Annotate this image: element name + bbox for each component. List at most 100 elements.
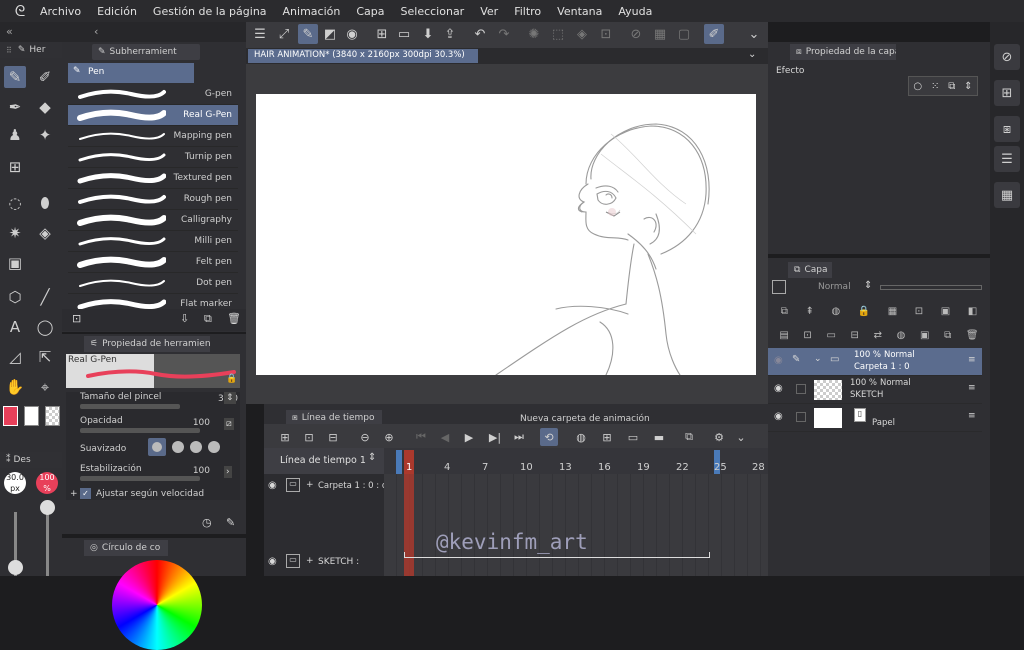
menu-filtro[interactable]: Filtro — [514, 5, 541, 18]
brush-size-indicator[interactable]: 30.0 px — [4, 472, 26, 494]
expand-icon[interactable]: + — [306, 556, 314, 566]
tool-panel-tab[interactable]: Her — [29, 45, 45, 55]
loop-icon[interactable]: ⟲ — [540, 428, 558, 446]
snap-icon[interactable]: ⊘ — [626, 24, 646, 44]
fill-tool-icon[interactable]: ◈ — [34, 222, 56, 244]
new-animation-folder-icon[interactable]: ◍ — [572, 428, 590, 446]
stabilization-slider[interactable] — [80, 476, 200, 481]
layer-lock-box[interactable] — [772, 280, 786, 294]
open-folder-icon[interactable]: ▭ — [394, 24, 414, 44]
track-row-sketch[interactable]: ◉ ▭ + SKETCH : — [264, 552, 384, 574]
onion-skin-icon[interactable]: ▬ — [650, 428, 668, 446]
brush-size-slider[interactable] — [80, 404, 180, 409]
layer-select-box[interactable] — [796, 412, 806, 422]
clear-icon[interactable]: ⬚ — [548, 24, 568, 44]
menu-archivo[interactable]: Archivo — [40, 5, 81, 18]
menu-capa[interactable]: Capa — [356, 5, 384, 18]
brush-item[interactable]: Textured pen — [68, 168, 238, 189]
clip-studio-logo-icon[interactable]: ᘓ — [0, 2, 40, 20]
opacity-slider[interactable] — [80, 428, 200, 433]
fit-screen-icon[interactable]: ⤢ — [274, 24, 294, 44]
save-icon[interactable]: ⬇ — [418, 24, 438, 44]
transform-icon[interactable]: ⊡ — [596, 24, 616, 44]
brush-item[interactable]: Mapping pen — [68, 126, 238, 147]
blend-tool-icon[interactable]: ⬮ — [34, 192, 56, 214]
ruler-tool-icon[interactable]: ◿ — [4, 346, 26, 368]
opacity-slider-thumb[interactable] — [40, 500, 55, 515]
color-wheel[interactable] — [112, 560, 202, 650]
opacity-indicator[interactable]: 100 % — [36, 472, 58, 494]
color-panel-header[interactable]: ◎ Círculo de co — [84, 540, 168, 556]
main-color-swatch[interactable] — [3, 406, 18, 426]
sub-tool-header[interactable]: ✎ Subherramient — [92, 44, 200, 60]
export-icon[interactable]: ⇪ — [440, 24, 460, 44]
brush-item[interactable]: Turnip pen — [68, 147, 238, 168]
border-effect-icon[interactable]: ○ — [913, 81, 922, 92]
pen-tool-icon[interactable]: ✎ — [4, 66, 26, 88]
chevron-updown-icon[interactable]: ⇕ — [964, 81, 972, 92]
play-icon[interactable]: ▶ — [460, 428, 478, 446]
edit-icon[interactable]: ✎ — [298, 24, 318, 44]
brush-item[interactable]: Dot pen — [68, 273, 238, 294]
eye-icon[interactable]: ◉ — [774, 355, 783, 366]
brush-item[interactable]: Calligraphy — [68, 210, 238, 231]
layer-panel-header[interactable]: ⧉ Capa — [788, 262, 832, 278]
line-tool-icon[interactable]: ╱ — [34, 286, 56, 308]
eye-icon[interactable]: ◉ — [774, 383, 783, 394]
apply-mask-icon[interactable]: ▣ — [920, 330, 929, 341]
layer-property-header[interactable]: ⧈ Propiedad de la capa — [790, 44, 896, 60]
transparent-color-swatch[interactable] — [45, 406, 60, 426]
opacity-effect-icon[interactable]: ⧄ — [224, 418, 234, 430]
menu-gestion-pagina[interactable]: Gestión de la página — [153, 5, 267, 18]
sparkle-tool-icon[interactable]: ✦ — [34, 124, 56, 146]
balloon-tool-icon[interactable]: ◯ — [34, 316, 56, 338]
copy-icon[interactable]: ⧉ — [204, 312, 212, 326]
navigator-icon[interactable]: ⊘ — [994, 44, 1020, 70]
menu-seleccionar[interactable]: Seleccionar — [401, 5, 465, 18]
next-frame-icon[interactable]: ▶| — [486, 428, 504, 446]
timeline-name-selector[interactable]: Línea de tiempo 1 ⇕ — [264, 448, 384, 474]
grid-snap-icon[interactable]: ▢ — [674, 24, 694, 44]
brush-item[interactable]: Real G-Pen — [68, 105, 238, 126]
specify-cel-icon[interactable]: ▭ — [624, 428, 642, 446]
new-vector-icon[interactable]: ⊡ — [803, 330, 811, 341]
layer-row-paper[interactable]: ◉ ▯ Papel ≡ — [768, 404, 982, 432]
zoom-in-icon[interactable]: ⊕ — [380, 428, 398, 446]
new-raster-icon[interactable]: ▤ — [779, 330, 788, 341]
eye-icon[interactable]: ◉ — [268, 480, 277, 491]
show-mask-icon[interactable]: ▣ — [941, 306, 950, 317]
tone-effect-icon[interactable]: ⁙ — [931, 81, 939, 92]
chevron-down-icon[interactable]: ⌄ — [748, 49, 756, 60]
smoothing-option-3[interactable] — [190, 441, 202, 453]
smoothing-option-2[interactable] — [172, 441, 184, 453]
download-icon[interactable]: ⇩ — [180, 312, 189, 325]
menu-edicion[interactable]: Edición — [97, 5, 137, 18]
brush-size-stepper[interactable]: ⇕ — [224, 392, 236, 404]
opacity-slider[interactable] — [880, 285, 982, 290]
trash-icon[interactable]: 🗑 — [966, 330, 979, 341]
first-frame-icon[interactable]: ⏮ — [412, 428, 430, 446]
eraser-tool-icon[interactable]: ◆ — [34, 96, 56, 118]
layer-search-icon[interactable]: ⧆ — [994, 116, 1020, 142]
frame-ruler[interactable] — [384, 448, 768, 474]
layer-row-sketch[interactable]: ◉ 100 % Normal SKETCH ≡ — [768, 376, 982, 404]
layer-row-folder[interactable]: ◉ ✎ ⌄ ▭ 100 % Normal Carpeta 1 : 0 ≡ — [768, 348, 982, 376]
opacity-slider-track[interactable] — [46, 512, 49, 576]
text-tool-icon[interactable]: A — [4, 316, 26, 338]
menu-ayuda[interactable]: Ayuda — [618, 5, 652, 18]
layer-color-icon[interactable]: ◧ — [968, 306, 977, 317]
lasso-tool-icon[interactable]: ◌ — [4, 192, 26, 214]
eye-icon[interactable]: ◉ — [774, 411, 783, 422]
sub-tool-group-pen[interactable]: ✎ Pen — [68, 63, 194, 83]
eyedropper-tool-icon[interactable]: ⌖ — [34, 376, 56, 398]
size-slider-thumb[interactable] — [8, 560, 23, 575]
brush-item[interactable]: Felt pen — [68, 252, 238, 273]
lock-icon[interactable]: 🔒 — [858, 306, 870, 317]
figure-tool-icon[interactable]: ⬡ — [4, 286, 26, 308]
drawing-canvas[interactable] — [256, 94, 756, 376]
transfer-icon[interactable]: ⇄ — [874, 330, 882, 341]
new-timeline-icon[interactable]: ⊞ — [276, 428, 294, 446]
reference-layer-icon[interactable]: ◍ — [831, 306, 840, 317]
zoom-out-icon[interactable]: ⊖ — [356, 428, 374, 446]
marker-tool-icon[interactable]: ✒ — [4, 96, 26, 118]
